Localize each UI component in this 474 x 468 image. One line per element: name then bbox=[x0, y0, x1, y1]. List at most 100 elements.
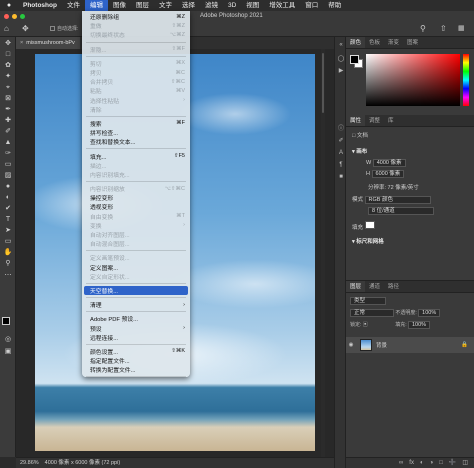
scrollbar-thumb[interactable] bbox=[322, 53, 324, 113]
close-tab-icon[interactable]: × bbox=[20, 40, 23, 46]
auto-select-option[interactable]: 自动选择: bbox=[50, 25, 78, 32]
menu-file[interactable]: 文件 bbox=[62, 0, 85, 11]
menu-layer[interactable]: 图层 bbox=[131, 0, 154, 11]
glyphs-panel-icon[interactable]: ■ bbox=[337, 173, 345, 181]
pen-tool-icon[interactable]: ✔ bbox=[2, 204, 14, 214]
bit-depth-select[interactable]: 8 位/通道 bbox=[368, 207, 434, 215]
edit-menu-item[interactable]: 自由变换 ⌘T bbox=[82, 212, 190, 221]
edit-menu-item[interactable]: 渐隐... ⇧⌘F bbox=[82, 45, 190, 54]
edit-menu-item[interactable]: 清除 bbox=[82, 105, 190, 114]
apple-menu-icon[interactable]: ● bbox=[0, 2, 18, 9]
height-field[interactable]: 6000 像素 bbox=[371, 170, 405, 178]
tab-libraries[interactable]: 库 bbox=[384, 115, 398, 126]
foreground-color-swatch[interactable] bbox=[2, 317, 10, 325]
history-panel-icon[interactable]: ◯ bbox=[337, 55, 345, 63]
lock-icon[interactable]: ▣ bbox=[363, 322, 368, 328]
width-field[interactable]: 4000 像素 bbox=[372, 159, 406, 167]
foreground-color-swatch[interactable] bbox=[350, 55, 359, 64]
adjustment-layer-icon[interactable]: ◑ bbox=[430, 458, 434, 468]
edit-menu-item[interactable]: 内容识别缩放 ⌥⇧⌘C bbox=[82, 184, 190, 194]
healing-tool-icon[interactable]: ✚ bbox=[2, 116, 14, 126]
edit-menu-item[interactable]: 重做 ⇧⌘Z bbox=[82, 21, 190, 31]
edit-menu-item[interactable]: 定义图案... bbox=[82, 263, 190, 272]
menu-help[interactable]: 帮助 bbox=[323, 0, 346, 11]
menu-view[interactable]: 视图 bbox=[241, 0, 264, 11]
vertical-scrollbar[interactable] bbox=[321, 49, 325, 457]
quick-select-tool-icon[interactable]: ✦ bbox=[2, 72, 14, 82]
blur-tool-icon[interactable]: ● bbox=[2, 182, 14, 192]
blend-mode-select[interactable]: 正常 bbox=[350, 309, 394, 317]
trash-icon[interactable]: ◫ bbox=[462, 458, 468, 468]
character-panel-icon[interactable]: A bbox=[337, 149, 345, 157]
tab-layers[interactable]: 图层 bbox=[346, 281, 366, 292]
info-panel-icon[interactable]: ⓘ bbox=[337, 125, 345, 133]
edit-menu-item[interactable]: 描边... bbox=[82, 161, 190, 170]
tab-paths[interactable]: 路径 bbox=[384, 281, 403, 292]
zoom-tool-icon[interactable]: ⚲ bbox=[2, 259, 14, 269]
document-tab[interactable]: × missmushroom-bPv bbox=[16, 37, 80, 49]
marquee-tool-icon[interactable]: □ bbox=[2, 50, 14, 60]
shape-tool-icon[interactable]: ▭ bbox=[2, 237, 14, 247]
add-mask-icon[interactable]: ◐ bbox=[420, 458, 424, 468]
menu-window[interactable]: 窗口 bbox=[300, 0, 323, 11]
menu-image[interactable]: 图像 bbox=[108, 0, 131, 11]
move-tool-icon[interactable]: ✥ bbox=[2, 39, 14, 49]
paragraph-panel-icon[interactable]: ¶ bbox=[337, 161, 345, 169]
edit-menu-item[interactable]: 指定配置文件... bbox=[82, 356, 190, 365]
new-layer-icon[interactable]: ➕ bbox=[449, 458, 456, 468]
home-icon[interactable]: ⌂ bbox=[4, 24, 9, 33]
zoom-level[interactable]: 29.86% bbox=[20, 458, 39, 468]
edit-menu-item[interactable]: 变换 › bbox=[82, 221, 190, 230]
menu-edit[interactable]: 编辑 bbox=[84, 0, 108, 11]
edit-menu-item[interactable]: 搜索 ⌘F bbox=[82, 119, 190, 128]
menu-type[interactable]: 文字 bbox=[154, 0, 177, 11]
edit-menu-item[interactable]: Adobe PDF 预设... bbox=[82, 314, 190, 323]
tab-channels[interactable]: 通道 bbox=[365, 281, 384, 292]
menu-filter[interactable]: 滤镜 bbox=[200, 0, 223, 11]
canvas-section-title[interactable]: ▾ 画布 bbox=[352, 147, 367, 155]
menu-select[interactable]: 选择 bbox=[177, 0, 200, 11]
close-window-button[interactable] bbox=[4, 14, 9, 19]
menu-plugins[interactable]: 增效工具 bbox=[264, 0, 300, 11]
edit-menu-item[interactable]: 天空替换... bbox=[84, 285, 188, 296]
edit-menu-item[interactable]: 颜色设置... ⇧⌘K bbox=[82, 347, 190, 356]
actions-panel-icon[interactable]: ▶ bbox=[337, 67, 345, 75]
edit-menu-item[interactable]: 转换为配置文件... bbox=[82, 365, 190, 374]
move-tool-icon[interactable]: ✥ bbox=[22, 24, 29, 33]
crop-tool-icon[interactable]: ⌖ bbox=[2, 83, 14, 93]
edit-menu-item[interactable]: 剪切 ⌘X bbox=[82, 59, 190, 68]
layer-row-background[interactable]: ◉ 背景 🔒 bbox=[346, 337, 474, 353]
share-icon[interactable]: ⇧ bbox=[440, 24, 447, 33]
workspace-icon[interactable]: ▦ bbox=[458, 24, 465, 32]
menu-photoshop[interactable]: Photoshop bbox=[18, 0, 62, 11]
more-tools-icon[interactable]: ⋯ bbox=[2, 271, 14, 281]
rulers-grids-section-title[interactable]: ▾ 标尺和网格 bbox=[352, 237, 384, 245]
lasso-tool-icon[interactable]: ✿ bbox=[2, 61, 14, 71]
edit-menu-item[interactable]: 还原删除组 ⌘Z bbox=[82, 12, 190, 22]
type-tool-icon[interactable]: T bbox=[2, 215, 14, 225]
brush-settings-icon[interactable]: ✐ bbox=[337, 137, 345, 145]
brush-tool-icon[interactable]: ✐ bbox=[2, 127, 14, 137]
group-folder-icon[interactable]: □ bbox=[439, 458, 443, 468]
edit-menu-item[interactable]: 合并拷贝 ⇧⌘C bbox=[82, 77, 190, 87]
edit-menu-item[interactable]: 自动混合图层... bbox=[82, 239, 190, 248]
edit-menu-item[interactable]: 定义画笔预设... bbox=[82, 253, 190, 262]
edit-menu-item[interactable]: 预设 › bbox=[82, 323, 190, 333]
opacity-field[interactable]: 100% bbox=[418, 309, 441, 317]
edit-menu-item[interactable]: 粘贴 ⌘V bbox=[82, 86, 190, 96]
eye-icon[interactable]: ◉ bbox=[346, 342, 356, 348]
edit-menu-item[interactable]: 查找和替换文本... bbox=[82, 137, 190, 146]
tab-adjustments[interactable]: 调整 bbox=[365, 115, 384, 126]
edit-menu-item[interactable]: 操控变形 bbox=[82, 193, 190, 202]
fill-opacity-field[interactable]: 100% bbox=[407, 321, 431, 329]
quick-mask-icon[interactable]: ◎ bbox=[2, 335, 14, 345]
dodge-tool-icon[interactable]: ◐ bbox=[2, 193, 14, 203]
edit-menu-item[interactable]: 清理 › bbox=[82, 300, 190, 310]
color-picker-field[interactable] bbox=[366, 54, 460, 106]
search-icon[interactable]: ⚲ bbox=[420, 24, 426, 33]
hue-slider[interactable] bbox=[463, 54, 469, 106]
eraser-tool-icon[interactable]: ▭ bbox=[2, 160, 14, 170]
tab-properties[interactable]: 属性 bbox=[346, 115, 366, 126]
tab-swatches[interactable]: 色板 bbox=[365, 37, 384, 48]
edit-menu-item[interactable]: 远程连接... bbox=[82, 333, 190, 342]
